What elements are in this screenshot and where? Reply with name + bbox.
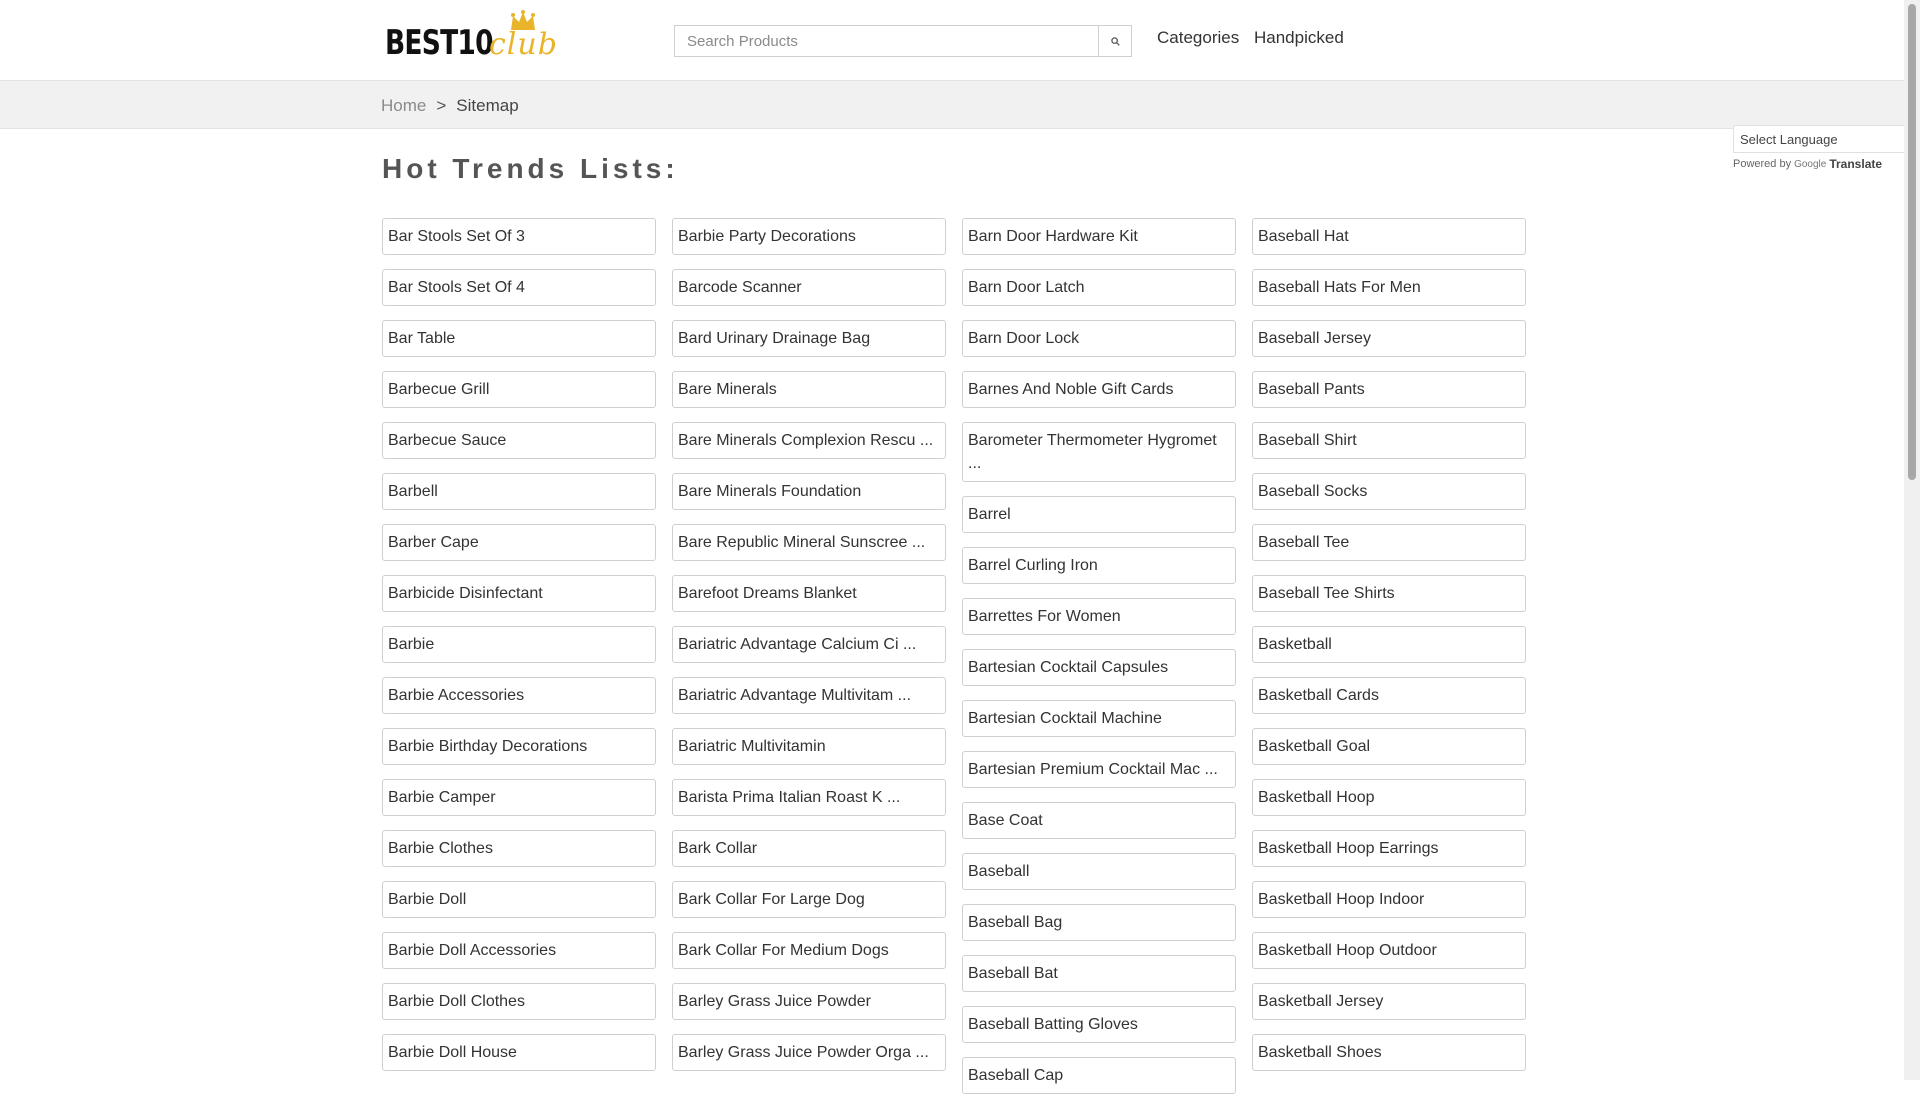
- trend-link[interactable]: Bark Collar For Large Dog: [672, 881, 946, 918]
- trend-link[interactable]: Baseball Tee Shirts: [1252, 575, 1526, 612]
- trend-link[interactable]: Basketball Hoop: [1252, 779, 1526, 816]
- site-header: BEST10 club Categories Handpicked: [0, 0, 1904, 81]
- trend-link[interactable]: Baseball Shirt: [1252, 422, 1526, 459]
- language-select[interactable]: Select Language: [1733, 125, 1904, 153]
- trend-link[interactable]: Barbie Accessories: [382, 677, 656, 714]
- trend-link[interactable]: Barn Door Lock: [962, 320, 1236, 357]
- trend-link[interactable]: Basketball Hoop Outdoor: [1252, 932, 1526, 969]
- trend-link[interactable]: Bard Urinary Drainage Bag: [672, 320, 946, 357]
- nav-handpicked[interactable]: Handpicked: [1254, 28, 1344, 48]
- google-translate-widget: Select Language Powered by Google Transl…: [1733, 125, 1904, 171]
- page-title: Hot Trends Lists:: [382, 153, 679, 184]
- trend-link[interactable]: Barbecue Sauce: [382, 422, 656, 459]
- trend-link[interactable]: Barbie Party Decorations: [672, 218, 946, 255]
- breadcrumb-bar: Home > Sitemap: [0, 81, 1904, 129]
- trend-link[interactable]: Barbie Birthday Decorations: [382, 728, 656, 765]
- trend-link[interactable]: Baseball Hat: [1252, 218, 1526, 255]
- translate-link[interactable]: Translate: [1829, 157, 1882, 171]
- trend-link[interactable]: Bare Minerals Complexion Rescu ...: [672, 422, 946, 459]
- trend-link[interactable]: Basketball Cards: [1252, 677, 1526, 714]
- crown-icon: [511, 10, 535, 30]
- logo-club-mark: club: [489, 10, 558, 62]
- trend-link[interactable]: Basketball Goal: [1252, 728, 1526, 765]
- trend-link[interactable]: Barley Grass Juice Powder: [672, 983, 946, 1020]
- trend-link[interactable]: Baseball Bat: [962, 955, 1236, 992]
- trend-column: Barn Door Hardware Kit Barn Door Latch Bar…: [962, 218, 1236, 1108]
- logo-best-text: BEST10: [385, 23, 494, 63]
- trend-link[interactable]: Barn Door Latch: [962, 269, 1236, 306]
- trend-link[interactable]: Barbecue Grill: [382, 371, 656, 408]
- google-logo-icon: Google: [1794, 158, 1827, 170]
- trend-link[interactable]: Basketball: [1252, 626, 1526, 663]
- trend-link[interactable]: Barbie Camper: [382, 779, 656, 816]
- search-bar: [674, 25, 1132, 57]
- hot-trends-grid: Bar Stools Set Of 3 Bar Stools Set Of 4 Ba…: [382, 218, 1526, 1108]
- trend-link[interactable]: Baseball Tee: [1252, 524, 1526, 561]
- trend-link[interactable]: Bare Minerals: [672, 371, 946, 408]
- trend-link[interactable]: Bar Table: [382, 320, 656, 357]
- trend-link[interactable]: Bare Minerals Foundation: [672, 473, 946, 510]
- trend-link[interactable]: Barrel: [962, 496, 1236, 533]
- trend-link[interactable]: Base Coat: [962, 802, 1236, 839]
- breadcrumb-home-link[interactable]: Home: [381, 96, 426, 116]
- trend-column: Bar Stools Set Of 3 Bar Stools Set Of 4 Ba…: [382, 218, 656, 1108]
- trend-link[interactable]: Basketball Jersey: [1252, 983, 1526, 1020]
- search-icon: [1110, 36, 1120, 46]
- trend-link[interactable]: Baseball Hats For Men: [1252, 269, 1526, 306]
- site-logo[interactable]: BEST10 club: [385, 10, 558, 63]
- trend-link[interactable]: Barbie Clothes: [382, 830, 656, 867]
- breadcrumb: Home > Sitemap: [381, 96, 519, 116]
- powered-by-google: Powered by Google Translate: [1733, 157, 1904, 171]
- breadcrumb-current: Sitemap: [456, 96, 519, 115]
- trend-link[interactable]: Barometer Thermometer Hygromet ...: [962, 422, 1236, 482]
- scrollbar-thumb[interactable]: [1908, 4, 1916, 480]
- trend-link[interactable]: Bariatric Multivitamin: [672, 728, 946, 765]
- powered-by-text: Powered by: [1733, 158, 1792, 170]
- trend-link[interactable]: Baseball: [962, 853, 1236, 890]
- trend-link[interactable]: Bar Stools Set Of 4: [382, 269, 656, 306]
- trend-column: Barbie Party Decorations Barcode Scanner B…: [672, 218, 946, 1108]
- trend-link[interactable]: Barnes And Noble Gift Cards: [962, 371, 1236, 408]
- trend-link[interactable]: Bartesian Cocktail Machine: [962, 700, 1236, 737]
- trend-link[interactable]: Bariatric Advantage Calcium Ci ...: [672, 626, 946, 663]
- trend-link[interactable]: Bark Collar: [672, 830, 946, 867]
- nav-categories[interactable]: Categories: [1157, 28, 1239, 48]
- trend-link[interactable]: Barbell: [382, 473, 656, 510]
- trend-link[interactable]: Basketball Hoop Indoor: [1252, 881, 1526, 918]
- trend-link[interactable]: Barbicide Disinfectant: [382, 575, 656, 612]
- trend-link[interactable]: Barista Prima Italian Roast K ...: [672, 779, 946, 816]
- trend-link[interactable]: Baseball Bag: [962, 904, 1236, 941]
- trend-link[interactable]: Bark Collar For Medium Dogs: [672, 932, 946, 969]
- trend-link[interactable]: Barley Grass Juice Powder Orga ...: [672, 1034, 946, 1071]
- trend-link[interactable]: Bar Stools Set Of 3: [382, 218, 656, 255]
- trend-link[interactable]: Baseball Socks: [1252, 473, 1526, 510]
- trend-link[interactable]: Baseball Jersey: [1252, 320, 1526, 357]
- trend-link[interactable]: Barbie Doll Clothes: [382, 983, 656, 1020]
- trend-link[interactable]: Baseball Cap: [962, 1057, 1236, 1094]
- trend-link[interactable]: Bartesian Premium Cocktail Mac ...: [962, 751, 1236, 788]
- trend-link[interactable]: Baseball Pants: [1252, 371, 1526, 408]
- trend-link[interactable]: Baseball Batting Gloves: [962, 1006, 1236, 1043]
- trend-link[interactable]: Barbie Doll House: [382, 1034, 656, 1071]
- trend-link[interactable]: Barefoot Dreams Blanket: [672, 575, 946, 612]
- trend-link[interactable]: Barbie Doll Accessories: [382, 932, 656, 969]
- trend-link[interactable]: Barbie: [382, 626, 656, 663]
- search-input[interactable]: [674, 25, 1098, 57]
- logo-club-text: club: [489, 27, 558, 62]
- trend-link[interactable]: Bartesian Cocktail Capsules: [962, 649, 1236, 686]
- trend-link[interactable]: Barrettes For Women: [962, 598, 1236, 635]
- trend-link[interactable]: Basketball Hoop Earrings: [1252, 830, 1526, 867]
- page-scrollbar[interactable]: [1904, 0, 1920, 1080]
- trend-link[interactable]: Barbie Doll: [382, 881, 656, 918]
- trend-link[interactable]: Bare Republic Mineral Sunscree ...: [672, 524, 946, 561]
- trend-link[interactable]: Bariatric Advantage Multivitam ...: [672, 677, 946, 714]
- trend-link[interactable]: Barber Cape: [382, 524, 656, 561]
- trend-link[interactable]: Barrel Curling Iron: [962, 547, 1236, 584]
- trend-column: Baseball Hat Baseball Hats For Men Basebal…: [1252, 218, 1526, 1108]
- trend-link[interactable]: Barcode Scanner: [672, 269, 946, 306]
- trend-link[interactable]: Barn Door Hardware Kit: [962, 218, 1236, 255]
- breadcrumb-separator: >: [436, 96, 447, 115]
- search-button[interactable]: [1098, 25, 1132, 57]
- trend-link[interactable]: Basketball Shoes: [1252, 1034, 1526, 1071]
